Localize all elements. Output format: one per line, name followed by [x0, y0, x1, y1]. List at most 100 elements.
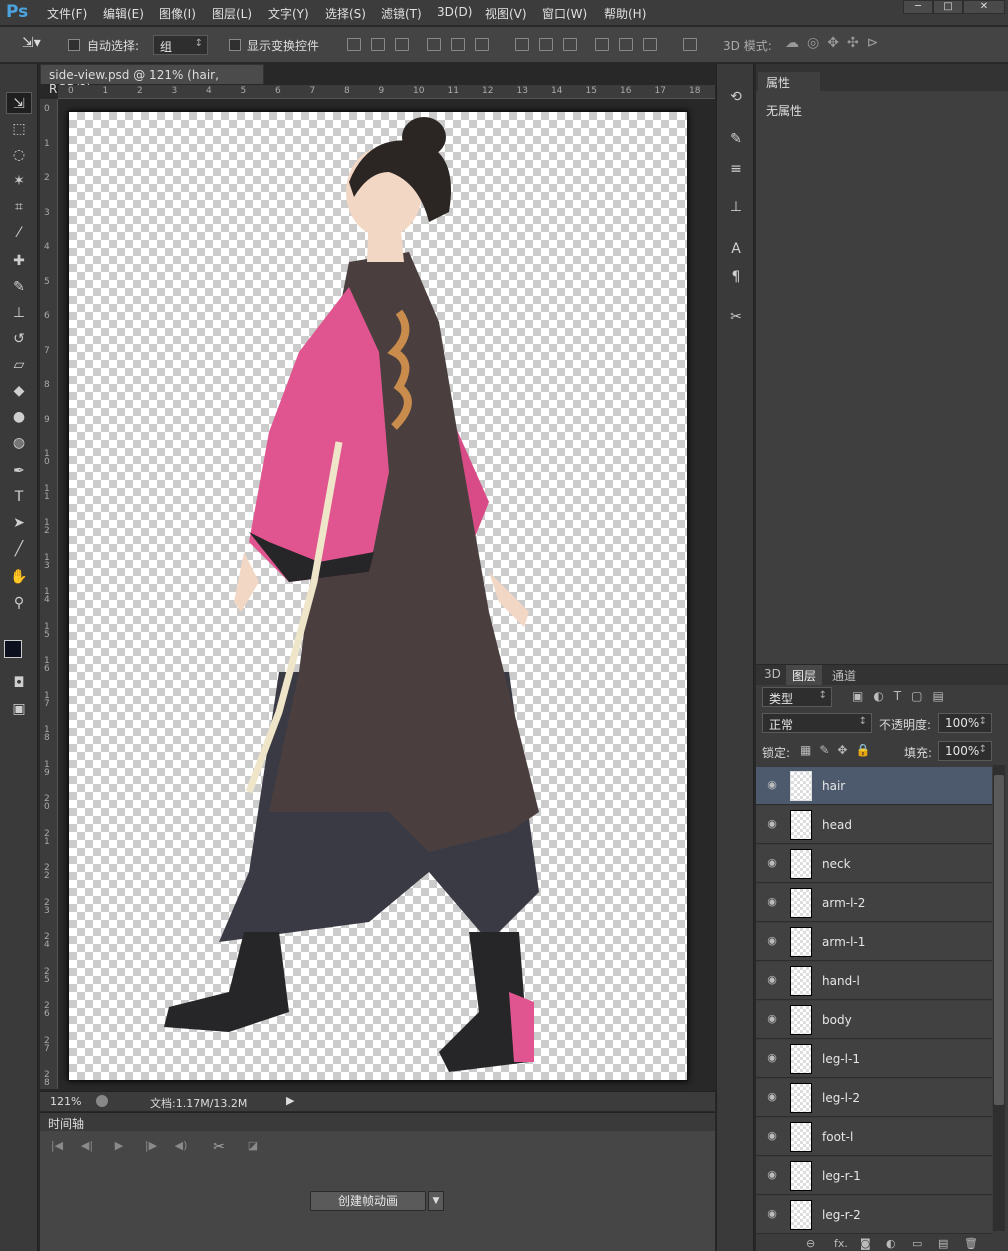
3d-mode-icons[interactable]: ☁◎✥✣⊳ [785, 35, 886, 51]
tab-3d[interactable]: 3D [758, 665, 787, 685]
fill-input[interactable]: 100% [938, 741, 992, 761]
layer-name[interactable]: arm-l-2 [822, 896, 865, 910]
menu-view[interactable]: 视图(V) [485, 5, 527, 22]
tab-layers[interactable]: 图层 [786, 665, 823, 685]
status-menu-arrow-icon[interactable]: ▶ [286, 1094, 294, 1107]
align-vcenter-icon[interactable] [371, 38, 385, 51]
blend-mode-dropdown[interactable]: 正常 [762, 713, 872, 733]
layer-row-leg-r-1[interactable]: ◉ leg-r-1 [756, 1157, 992, 1195]
visibility-eye-icon[interactable]: ◉ [766, 896, 778, 908]
opacity-input[interactable]: 100% [938, 713, 992, 733]
quick-mask-icon[interactable]: ◘ [6, 672, 32, 694]
menu-edit[interactable]: 编辑(E) [103, 5, 144, 22]
document-tab[interactable]: side-view.psd @ 121% (hair, RGB/8) × [40, 64, 264, 96]
eyedropper-icon[interactable]: ⁄ [6, 222, 32, 244]
move-tool-icon[interactable]: ⇲ [6, 92, 32, 114]
add-mask-icon[interactable]: ◙ [860, 1237, 871, 1250]
align-right-icon[interactable] [475, 38, 489, 51]
visibility-eye-icon[interactable]: ◉ [766, 1208, 778, 1220]
character-panel-icon[interactable]: A [725, 238, 747, 260]
minimize-button[interactable]: ─ [903, 0, 933, 14]
adjustment-layer-icon[interactable]: ◐ [886, 1237, 896, 1250]
menu-layer[interactable]: 图层(L) [212, 5, 252, 22]
paragraph-panel-icon[interactable]: ¶ [725, 266, 747, 288]
horizontal-ruler[interactable]: 0 1 2 3 4 5 6 7 8 9 10 11 12 13 14 15 16 17 18 [58, 85, 715, 99]
visibility-eye-icon[interactable]: ◉ [766, 1091, 778, 1103]
menu-select[interactable]: 选择(S) [325, 5, 366, 22]
distribute-bottom-icon[interactable] [563, 38, 577, 51]
distribute-left-icon[interactable] [595, 38, 609, 51]
delete-layer-icon[interactable]: 🗑 [964, 1237, 978, 1250]
distribute-hcenter-icon[interactable] [619, 38, 633, 51]
layer-row-head[interactable]: ◉ head [756, 806, 992, 844]
status-info-icon[interactable] [96, 1095, 108, 1107]
menu-help[interactable]: 帮助(H) [604, 5, 646, 22]
layer-name[interactable]: body [822, 1013, 852, 1027]
menu-file[interactable]: 文件(F) [47, 5, 87, 22]
marquee-tool-icon[interactable]: ⬚ [6, 118, 32, 140]
layers-scrollbar[interactable] [993, 765, 1005, 1231]
layer-name[interactable]: foot-l [822, 1130, 853, 1144]
type-tool-icon[interactable]: T [6, 486, 32, 508]
visibility-eye-icon[interactable]: ◉ [766, 779, 778, 791]
pen-tool-icon[interactable]: ✒ [6, 460, 32, 482]
brush-tool-icon[interactable]: ✎ [6, 276, 32, 298]
timeline-header[interactable]: 时间轴 [40, 1113, 715, 1131]
healing-brush-icon[interactable]: ✚ [6, 250, 32, 272]
move-tool-preset-icon[interactable]: ⇲▾ [22, 35, 41, 51]
screen-mode-icon[interactable]: ▣ [6, 698, 32, 720]
menu-image[interactable]: 图像(I) [159, 5, 196, 22]
first-frame-icon[interactable]: |◀ [46, 1139, 68, 1157]
hand-tool-icon[interactable]: ✋ [6, 566, 32, 588]
maximize-button[interactable]: □ [933, 0, 963, 14]
line-tool-icon[interactable]: ╱ [6, 538, 32, 560]
foreground-color-swatch[interactable] [4, 640, 22, 658]
layer-name[interactable]: leg-l-1 [822, 1052, 860, 1066]
layer-style-icon[interactable]: fx. [834, 1237, 848, 1250]
transition-icon[interactable]: ◪ [242, 1139, 264, 1157]
timeline-mode-dropdown[interactable]: ▼ [428, 1191, 444, 1211]
align-top-icon[interactable] [347, 38, 361, 51]
paint-bucket-icon[interactable]: ◆ [6, 380, 32, 402]
distribute-vcenter-icon[interactable] [539, 38, 553, 51]
layer-row-foot-l[interactable]: ◉ foot-l [756, 1118, 992, 1156]
layer-row-neck[interactable]: ◉ neck [756, 845, 992, 883]
tool-presets-icon[interactable]: ✂ [725, 306, 747, 328]
magic-wand-icon[interactable]: ✶ [6, 170, 32, 192]
visibility-eye-icon[interactable]: ◉ [766, 935, 778, 947]
visibility-eye-icon[interactable]: ◉ [766, 974, 778, 986]
eraser-tool-icon[interactable]: ▱ [6, 354, 32, 376]
tab-channels[interactable]: 通道 [826, 665, 862, 685]
history-brush-icon[interactable]: ↺ [6, 328, 32, 350]
layer-row-leg-l-2[interactable]: ◉ leg-l-2 [756, 1079, 992, 1117]
align-bottom-icon[interactable] [395, 38, 409, 51]
visibility-eye-icon[interactable]: ◉ [766, 1169, 778, 1181]
menu-type[interactable]: 文字(Y) [268, 5, 309, 22]
layer-row-body[interactable]: ◉ body [756, 1001, 992, 1039]
layer-name[interactable]: hair [822, 779, 845, 793]
menu-filter[interactable]: 滤镜(T) [381, 5, 422, 22]
layers-scroll-thumb[interactable] [994, 775, 1004, 1105]
vertical-ruler[interactable]: 0 1 2 3 4 5 6 7 8 9 1 0 1 1 1 2 1 3 1 4 1 5 1 6 1 7 1 8 1 9… [40, 99, 58, 1089]
history-panel-icon[interactable]: ⟲ [725, 86, 747, 108]
zoom-tool-icon[interactable]: ⚲ [6, 592, 32, 614]
layer-row-hand-l[interactable]: ◉ hand-l [756, 962, 992, 1000]
audio-icon[interactable]: ◀) [170, 1139, 192, 1157]
lock-icons[interactable]: ▦✎✥🔒 [800, 743, 878, 757]
dodge-tool-icon[interactable]: ◍ [6, 432, 32, 454]
blur-tool-icon[interactable]: ● [6, 406, 32, 428]
layer-row-arm-l-1[interactable]: ◉ arm-l-1 [756, 923, 992, 961]
new-layer-icon[interactable]: ▤ [938, 1237, 948, 1250]
auto-align-icon[interactable] [683, 38, 697, 51]
distribute-top-icon[interactable] [515, 38, 529, 51]
brush-presets-icon[interactable]: ≡ [725, 158, 747, 180]
next-frame-icon[interactable]: |▶ [140, 1139, 162, 1157]
link-layers-icon[interactable]: ⊖ [806, 1237, 815, 1250]
path-select-icon[interactable]: ➤ [6, 512, 32, 534]
show-transform-checkbox[interactable] [229, 39, 241, 51]
layer-name[interactable]: leg-l-2 [822, 1091, 860, 1105]
auto-select-dropdown[interactable]: 组 [153, 35, 208, 55]
lasso-tool-icon[interactable]: ◌ [6, 144, 32, 166]
layer-name[interactable]: neck [822, 857, 851, 871]
menu-3d[interactable]: 3D(D) [437, 5, 472, 19]
